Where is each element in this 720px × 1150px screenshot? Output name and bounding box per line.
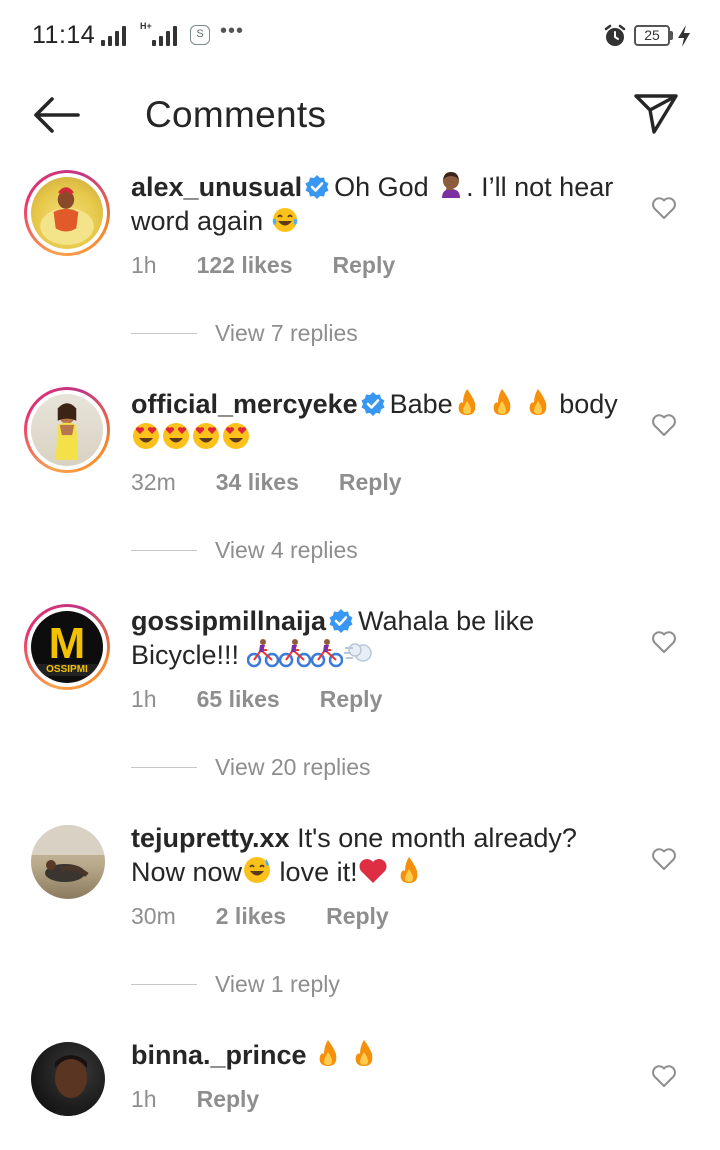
comment-text: binna._prince (131, 1038, 631, 1072)
avatar-logo-letter: M (48, 619, 86, 668)
cyclist-emoji-icon (278, 639, 311, 668)
paper-plane-icon[interactable] (630, 88, 682, 140)
comment-time: 1h (131, 252, 157, 278)
fire-emoji-icon (400, 857, 418, 883)
comment-likes[interactable]: 2 likes (216, 903, 286, 930)
cyclist-emoji-icon (246, 639, 279, 668)
comment-text: alex_unusual Oh God . I’ll not hear word … (131, 170, 631, 238)
reply-button[interactable]: Reply (339, 469, 402, 496)
facepalm-emoji-icon (442, 172, 461, 198)
fire-emoji-icon (355, 1040, 372, 1066)
heart-eyes-emoji-icon (133, 423, 159, 449)
comment-meta: 1h 122 likes Reply (131, 252, 395, 279)
fire-emoji-icon (529, 389, 547, 415)
comment-username[interactable]: binna._prince (131, 1040, 307, 1070)
verified-badge-icon (329, 609, 353, 633)
heart-icon[interactable] (651, 413, 677, 437)
heart-icon[interactable] (651, 847, 677, 871)
comment-meta: 32m 34 likes Reply (131, 469, 402, 496)
view-replies-button[interactable]: View 1 reply (131, 969, 340, 999)
status-time: 11:14 (32, 21, 96, 49)
verified-badge-icon (305, 175, 329, 199)
page-title: Comments (145, 94, 327, 135)
comment-text: official_mercyeke Babe body (131, 387, 631, 455)
avatar[interactable] (24, 387, 110, 473)
status-bar: 11:14 H+ S ••• 25 (0, 0, 720, 70)
comment-time: 1h (131, 1086, 157, 1112)
view-replies-button[interactable]: View 20 replies (131, 752, 371, 782)
battery-level: 25 (634, 25, 670, 46)
heart-icon[interactable] (651, 630, 677, 654)
comment-meta: 1h Reply (131, 1086, 259, 1113)
comments-header: Comments (0, 70, 720, 160)
view-replies-label: View 7 replies (215, 319, 358, 346)
comment-username[interactable]: alex_unusual (131, 172, 302, 202)
red-heart-emoji-icon (359, 859, 387, 883)
comment-username[interactable]: official_mercyeke (131, 389, 358, 419)
fire-emoji-icon (319, 1040, 337, 1066)
battery-tip (670, 31, 673, 40)
verified-badge-icon (361, 392, 385, 416)
comment-username[interactable]: gossipmillnaija (131, 606, 326, 636)
divider-line (131, 766, 197, 768)
cyclist-emoji-icon (310, 639, 343, 668)
view-replies-label: View 4 replies (215, 536, 358, 563)
avatar[interactable] (31, 825, 105, 899)
divider-line (131, 549, 197, 551)
reply-button[interactable]: Reply (326, 903, 389, 930)
comment-likes[interactable]: 34 likes (216, 469, 299, 496)
avatar-logo-text: OSSIPMI (31, 664, 103, 676)
comment-username[interactable]: tejupretty.xx (131, 823, 290, 853)
heart-icon[interactable] (651, 1064, 677, 1088)
sweat-smile-emoji-icon (244, 857, 271, 883)
heart-eyes-emoji-icon (223, 423, 249, 449)
reply-button[interactable]: Reply (333, 252, 396, 279)
reply-button[interactable]: Reply (197, 1086, 260, 1113)
charging-bolt-icon (678, 25, 690, 47)
comment-meta: 30m 2 likes Reply (131, 903, 389, 930)
comment-meta: 1h 65 likes Reply (131, 686, 382, 713)
arrow-left-icon[interactable] (30, 93, 82, 137)
view-replies-button[interactable]: View 4 replies (131, 535, 358, 565)
avatar[interactable]: M OSSIPMI (24, 604, 110, 690)
comment-time: 30m (131, 903, 176, 929)
view-replies-button[interactable]: View 7 replies (131, 318, 358, 348)
fire-emoji-icon (458, 389, 476, 415)
network-type: H+ (140, 21, 152, 31)
dash-emoji-icon (343, 643, 372, 662)
comment-likes[interactable]: 122 likes (197, 252, 293, 279)
tears-of-joy-emoji-icon (272, 208, 297, 232)
avatar[interactable] (24, 170, 110, 256)
comment-time: 1h (131, 686, 157, 712)
avatar[interactable] (31, 1042, 105, 1116)
signal-2-icon (152, 24, 177, 46)
reply-button[interactable]: Reply (320, 686, 383, 713)
comment-body: Babe (389, 389, 453, 419)
divider-line (131, 983, 197, 985)
divider-line (131, 332, 197, 334)
comment-likes[interactable]: 65 likes (197, 686, 280, 713)
comment-text: gossipmillnaija Wahala be like Bicycle!!! (131, 604, 631, 672)
alarm-icon (604, 24, 626, 46)
app-notification-icon: S (190, 25, 210, 45)
fire-emoji-icon (493, 389, 511, 415)
signal-icon (101, 24, 126, 46)
heart-eyes-emoji-icon (163, 423, 189, 449)
comment-body-cont: love it! (272, 857, 358, 887)
comment-text: tejupretty.xx It's one month already? No… (131, 821, 631, 889)
more-notifications-icon: ••• (220, 20, 245, 42)
heart-eyes-emoji-icon (193, 423, 219, 449)
comment-body-cont: body (551, 389, 618, 419)
heart-icon[interactable] (651, 196, 677, 220)
comment-time: 32m (131, 469, 176, 495)
comment-body: Oh God (334, 172, 437, 202)
view-replies-label: View 20 replies (215, 753, 371, 780)
view-replies-label: View 1 reply (215, 970, 340, 997)
